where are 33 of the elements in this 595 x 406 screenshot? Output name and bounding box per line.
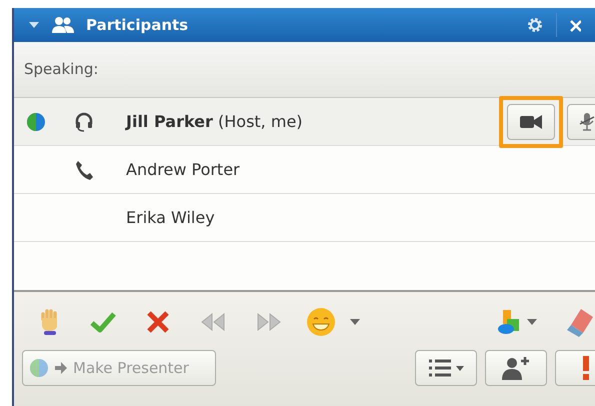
arrow-icon	[55, 362, 67, 374]
raised-hand-icon[interactable]	[40, 309, 60, 335]
collapse-triangle-icon[interactable]	[28, 20, 40, 30]
people-icon	[52, 16, 74, 34]
participant-row[interactable]: Andrew Porter	[14, 146, 595, 194]
list-menu-button[interactable]	[415, 350, 477, 386]
video-camera-icon	[520, 114, 542, 128]
exclamation-icon	[582, 356, 590, 380]
smiley-icon[interactable]	[306, 307, 336, 337]
presenter-globe-icon	[26, 112, 46, 132]
phone-icon	[74, 158, 94, 180]
settings-icon[interactable]	[526, 16, 544, 34]
invite-button[interactable]	[485, 350, 547, 386]
dropdown-caret-icon[interactable]	[350, 319, 360, 325]
participant-row[interactable]: Jill Parker (Host, me)	[14, 98, 595, 146]
panel-title: Participants	[86, 14, 190, 36]
participant-name: Jill Parker (Host, me)	[126, 110, 304, 132]
list-icon	[428, 359, 450, 377]
headset-icon	[74, 110, 94, 132]
mute-button[interactable]	[567, 104, 595, 140]
dropdown-caret-icon[interactable]	[527, 319, 537, 325]
speaking-label: Speaking:	[24, 59, 98, 80]
participant-row[interactable]: Erika Wiley	[14, 194, 595, 242]
checkmark-icon[interactable]	[90, 311, 116, 333]
participant-name: Erika Wiley	[126, 206, 216, 228]
cross-icon[interactable]	[146, 311, 170, 333]
globe-icon	[29, 358, 49, 378]
close-icon[interactable]	[569, 18, 581, 32]
add-person-icon	[502, 356, 530, 380]
participant-name: Andrew Porter	[126, 158, 241, 180]
video-button[interactable]	[507, 104, 555, 140]
microphone-icon	[578, 112, 595, 132]
dropdown-caret-icon	[456, 366, 464, 370]
